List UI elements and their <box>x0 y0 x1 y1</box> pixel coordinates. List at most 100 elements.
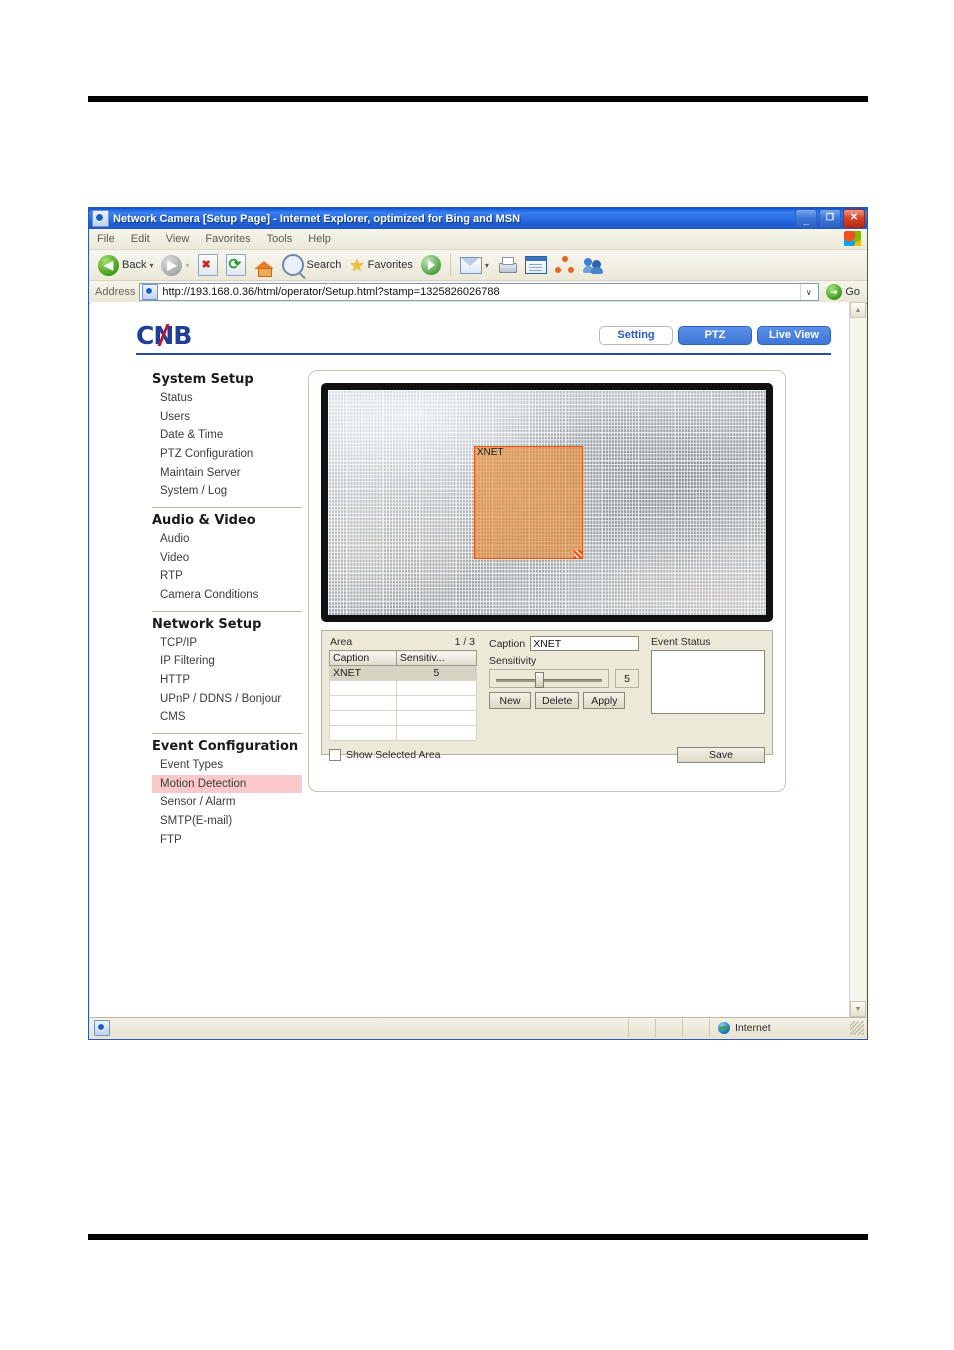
new-button[interactable]: New <box>489 692 531 709</box>
cell-caption: XNET <box>329 665 397 681</box>
caption-input[interactable]: XNET <box>530 636 639 651</box>
area-table[interactable]: Caption Sensitiv... XNET 5 <box>329 650 478 741</box>
sidebar-item-smtp-email[interactable]: SMTP(E-mail) <box>152 812 302 831</box>
sidebar-item-status[interactable]: Status <box>152 389 302 408</box>
sidebar-group-audio-video: Audio & Video Audio Video RTP Camera Con… <box>152 513 302 612</box>
sidebar-item-http[interactable]: HTTP <box>152 671 302 690</box>
sensitivity-slider[interactable] <box>489 669 609 688</box>
sidebar-item-ip-filtering[interactable]: IP Filtering <box>152 652 302 671</box>
favorites-button[interactable]: ★ Favorites <box>346 252 416 278</box>
security-zone[interactable]: Internet <box>709 1019 850 1037</box>
maximize-icon: ❐ <box>825 212 835 222</box>
column-header-sensitivity[interactable]: Sensitiv... <box>395 650 478 666</box>
menu-item-edit[interactable]: Edit <box>131 233 150 245</box>
scroll-down-button[interactable]: ▼ <box>850 1001 866 1017</box>
close-button[interactable]: ✕ <box>843 209 865 228</box>
table-row[interactable] <box>329 695 478 711</box>
go-label: Go <box>845 286 860 298</box>
sidebar-item-motion-detection[interactable]: Motion Detection <box>152 774 302 794</box>
search-icon <box>281 254 304 276</box>
menu-item-favorites[interactable]: Favorites <box>205 233 250 245</box>
menu-item-view[interactable]: View <box>166 233 190 245</box>
nav-ptz-button[interactable]: PTZ <box>678 325 752 345</box>
sidebar-item-users[interactable]: Users <box>152 408 302 427</box>
column-header-caption[interactable]: Caption <box>329 650 397 666</box>
media-button[interactable] <box>418 252 444 278</box>
go-button[interactable]: ➜ Go <box>823 284 865 300</box>
sidebar-item-rtp[interactable]: RTP <box>152 567 302 586</box>
table-row[interactable] <box>329 725 478 741</box>
back-dropdown-icon[interactable]: ▾ <box>149 261 153 270</box>
site-header: CNB Setting PTZ Live View <box>136 317 831 355</box>
forward-button[interactable]: ▶ ▾ <box>158 252 192 278</box>
sidebar-item-tcpip[interactable]: TCP/IP <box>152 634 302 653</box>
scroll-up-button[interactable]: ▲ <box>850 302 866 318</box>
mail-button[interactable]: ▾ <box>457 252 492 278</box>
maximize-button[interactable]: ❐ <box>819 209 841 228</box>
page-scrollbar[interactable]: ▲ ▼ <box>849 302 866 1017</box>
back-button[interactable]: ◀ Back ▾ <box>95 252 156 278</box>
sidebar-item-sensor-alarm[interactable]: Sensor / Alarm <box>152 793 302 812</box>
nav-setting-button[interactable]: Setting <box>599 325 673 345</box>
browser-toolbar: ◀ Back ▾ ▶ ▾ Search ★ Favorites ▾ <box>89 250 867 281</box>
show-selected-area-checkbox[interactable] <box>329 749 341 761</box>
resize-grip[interactable] <box>850 1021 864 1035</box>
show-selected-area-row[interactable]: Show Selected Area <box>329 749 441 761</box>
sidebar-item-event-types[interactable]: Event Types <box>152 756 302 775</box>
caption-row: Caption XNET <box>489 636 639 651</box>
browser-window: Network Camera [Setup Page] - Internet E… <box>88 207 868 1040</box>
resize-handle[interactable] <box>574 549 583 558</box>
sidebar-item-ftp[interactable]: FTP <box>152 831 302 850</box>
sidebar-item-maintain-server[interactable]: Maintain Server <box>152 464 302 483</box>
address-input[interactable]: http://193.168.0.36/html/operator/Setup.… <box>139 283 820 301</box>
print-icon <box>497 257 517 273</box>
edit-button[interactable] <box>522 252 550 278</box>
sidebar-group-event-configuration: Event Configuration Event Types Motion D… <box>152 739 302 855</box>
nav-live-view-button[interactable]: Live View <box>757 325 831 345</box>
status-page-icon <box>94 1020 110 1036</box>
menu-item-tools[interactable]: Tools <box>267 233 293 245</box>
home-button[interactable] <box>251 252 277 278</box>
table-row[interactable] <box>329 680 478 696</box>
refresh-button[interactable] <box>223 252 249 278</box>
sidebar-item-system-log[interactable]: System / Log <box>152 482 302 501</box>
sidebar-item-camera-conditions[interactable]: Camera Conditions <box>152 586 302 605</box>
title-bar[interactable]: Network Camera [Setup Page] - Internet E… <box>89 208 867 229</box>
sidebar-item-date-time[interactable]: Date & Time <box>152 426 302 445</box>
minimize-icon: _ <box>803 214 809 226</box>
camera-video-image[interactable]: XNET <box>328 390 766 615</box>
print-button[interactable] <box>494 252 520 278</box>
delete-button[interactable]: Delete <box>535 692 580 709</box>
motion-detection-region[interactable]: XNET <box>473 446 584 559</box>
web-page-content: CNB Setting PTZ Live View System Setup S… <box>90 302 849 1017</box>
search-button[interactable]: Search <box>279 252 345 278</box>
table-row[interactable]: XNET 5 <box>329 665 478 681</box>
mail-dropdown-icon[interactable]: ▾ <box>485 261 489 270</box>
save-button[interactable]: Save <box>677 747 765 763</box>
discuss-button[interactable] <box>552 252 578 278</box>
menu-item-file[interactable]: File <box>97 233 115 245</box>
sidebar-item-audio[interactable]: Audio <box>152 530 302 549</box>
sidebar-group-system-setup: System Setup Status Users Date & Time PT… <box>152 372 302 509</box>
menu-item-help[interactable]: Help <box>308 233 331 245</box>
sidebar-group-title: Network Setup <box>152 616 262 632</box>
minimize-button[interactable]: _ <box>795 209 817 228</box>
area-label: Area <box>330 636 353 648</box>
apply-button[interactable]: Apply <box>583 692 626 709</box>
forward-dropdown-icon[interactable]: ▾ <box>185 261 189 270</box>
table-row[interactable] <box>329 710 478 726</box>
messenger-button[interactable] <box>580 252 606 278</box>
stop-button[interactable] <box>195 252 221 278</box>
sidebar-group-network-setup: Network Setup TCP/IP IP Filtering HTTP U… <box>152 616 302 735</box>
sidebar-item-cms[interactable]: CMS <box>152 708 302 727</box>
page-viewport: CNB Setting PTZ Live View System Setup S… <box>90 302 866 1017</box>
sidebar-item-video[interactable]: Video <box>152 549 302 568</box>
zone-label: Internet <box>735 1022 771 1034</box>
sidebar-group-title: Event Configuration <box>152 739 299 755</box>
sidebar-item-ptz-configuration[interactable]: PTZ Configuration <box>152 445 302 464</box>
show-selected-area-label: Show Selected Area <box>346 749 441 761</box>
sidebar-item-upnp-ddns-bonjour[interactable]: UPnP / DDNS / Bonjour <box>152 690 302 709</box>
window-controls: _ ❐ ✕ <box>795 209 865 228</box>
slider-thumb[interactable] <box>534 672 544 688</box>
address-dropdown-icon[interactable]: ∨ <box>800 284 816 300</box>
